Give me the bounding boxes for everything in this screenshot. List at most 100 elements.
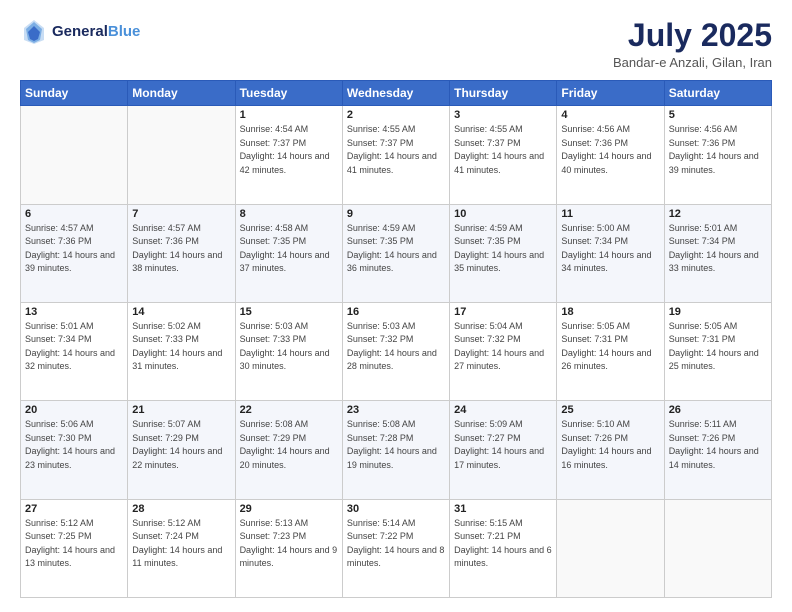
table-cell: 12 Sunrise: 5:01 AM Sunset: 7:34 PM Dayl… [664,204,771,302]
day-info: Sunrise: 4:56 AM Sunset: 7:36 PM Dayligh… [669,123,767,177]
day-info: Sunrise: 4:54 AM Sunset: 7:37 PM Dayligh… [240,123,338,177]
day-number: 4 [561,109,659,121]
table-cell: 7 Sunrise: 4:57 AM Sunset: 7:36 PM Dayli… [128,204,235,302]
day-number: 28 [132,503,230,515]
header: GeneralBlue July 2025 Bandar-e Anzali, G… [20,18,772,70]
day-number: 30 [347,503,445,515]
location-subtitle: Bandar-e Anzali, Gilan, Iran [613,55,772,70]
table-cell: 21 Sunrise: 5:07 AM Sunset: 7:29 PM Dayl… [128,401,235,499]
day-info: Sunrise: 4:55 AM Sunset: 7:37 PM Dayligh… [454,123,552,177]
header-monday: Monday [128,81,235,106]
table-cell: 22 Sunrise: 5:08 AM Sunset: 7:29 PM Dayl… [235,401,342,499]
weekday-header-row: Sunday Monday Tuesday Wednesday Thursday… [21,81,772,106]
day-info: Sunrise: 5:05 AM Sunset: 7:31 PM Dayligh… [669,320,767,374]
table-cell: 16 Sunrise: 5:03 AM Sunset: 7:32 PM Dayl… [342,302,449,400]
table-cell: 31 Sunrise: 5:15 AM Sunset: 7:21 PM Dayl… [450,499,557,597]
table-cell: 4 Sunrise: 4:56 AM Sunset: 7:36 PM Dayli… [557,106,664,204]
header-wednesday: Wednesday [342,81,449,106]
day-number: 10 [454,208,552,220]
day-info: Sunrise: 5:01 AM Sunset: 7:34 PM Dayligh… [25,320,123,374]
table-cell: 30 Sunrise: 5:14 AM Sunset: 7:22 PM Dayl… [342,499,449,597]
table-cell: 11 Sunrise: 5:00 AM Sunset: 7:34 PM Dayl… [557,204,664,302]
table-cell: 8 Sunrise: 4:58 AM Sunset: 7:35 PM Dayli… [235,204,342,302]
table-cell: 27 Sunrise: 5:12 AM Sunset: 7:25 PM Dayl… [21,499,128,597]
day-info: Sunrise: 5:04 AM Sunset: 7:32 PM Dayligh… [454,320,552,374]
day-number: 11 [561,208,659,220]
table-cell: 14 Sunrise: 5:02 AM Sunset: 7:33 PM Dayl… [128,302,235,400]
table-cell [128,106,235,204]
header-thursday: Thursday [450,81,557,106]
table-cell: 19 Sunrise: 5:05 AM Sunset: 7:31 PM Dayl… [664,302,771,400]
table-cell [557,499,664,597]
day-info: Sunrise: 5:12 AM Sunset: 7:25 PM Dayligh… [25,517,123,571]
day-info: Sunrise: 4:56 AM Sunset: 7:36 PM Dayligh… [561,123,659,177]
day-info: Sunrise: 5:03 AM Sunset: 7:33 PM Dayligh… [240,320,338,374]
day-info: Sunrise: 5:06 AM Sunset: 7:30 PM Dayligh… [25,418,123,472]
day-number: 13 [25,306,123,318]
table-cell: 3 Sunrise: 4:55 AM Sunset: 7:37 PM Dayli… [450,106,557,204]
day-info: Sunrise: 4:58 AM Sunset: 7:35 PM Dayligh… [240,222,338,276]
day-info: Sunrise: 5:15 AM Sunset: 7:21 PM Dayligh… [454,517,552,571]
day-info: Sunrise: 5:12 AM Sunset: 7:24 PM Dayligh… [132,517,230,571]
logo-text: GeneralBlue [52,23,140,41]
day-number: 27 [25,503,123,515]
day-info: Sunrise: 5:11 AM Sunset: 7:26 PM Dayligh… [669,418,767,472]
day-number: 29 [240,503,338,515]
logo: GeneralBlue [20,18,140,46]
day-number: 12 [669,208,767,220]
day-number: 1 [240,109,338,121]
table-cell: 24 Sunrise: 5:09 AM Sunset: 7:27 PM Dayl… [450,401,557,499]
logo-icon [20,18,48,46]
day-info: Sunrise: 5:02 AM Sunset: 7:33 PM Dayligh… [132,320,230,374]
day-info: Sunrise: 5:13 AM Sunset: 7:23 PM Dayligh… [240,517,338,571]
day-info: Sunrise: 4:57 AM Sunset: 7:36 PM Dayligh… [132,222,230,276]
day-info: Sunrise: 5:07 AM Sunset: 7:29 PM Dayligh… [132,418,230,472]
table-cell: 6 Sunrise: 4:57 AM Sunset: 7:36 PM Dayli… [21,204,128,302]
table-cell: 2 Sunrise: 4:55 AM Sunset: 7:37 PM Dayli… [342,106,449,204]
table-cell: 1 Sunrise: 4:54 AM Sunset: 7:37 PM Dayli… [235,106,342,204]
calendar-row-5: 27 Sunrise: 5:12 AM Sunset: 7:25 PM Dayl… [21,499,772,597]
day-number: 31 [454,503,552,515]
day-info: Sunrise: 4:59 AM Sunset: 7:35 PM Dayligh… [347,222,445,276]
day-number: 7 [132,208,230,220]
day-info: Sunrise: 5:09 AM Sunset: 7:27 PM Dayligh… [454,418,552,472]
table-cell: 28 Sunrise: 5:12 AM Sunset: 7:24 PM Dayl… [128,499,235,597]
day-number: 3 [454,109,552,121]
table-cell: 15 Sunrise: 5:03 AM Sunset: 7:33 PM Dayl… [235,302,342,400]
day-info: Sunrise: 5:05 AM Sunset: 7:31 PM Dayligh… [561,320,659,374]
day-number: 18 [561,306,659,318]
page: GeneralBlue July 2025 Bandar-e Anzali, G… [0,0,792,612]
table-cell: 18 Sunrise: 5:05 AM Sunset: 7:31 PM Dayl… [557,302,664,400]
day-number: 24 [454,404,552,416]
day-number: 9 [347,208,445,220]
month-title: July 2025 [613,18,772,53]
day-number: 8 [240,208,338,220]
day-number: 21 [132,404,230,416]
day-number: 6 [25,208,123,220]
day-number: 14 [132,306,230,318]
day-info: Sunrise: 5:14 AM Sunset: 7:22 PM Dayligh… [347,517,445,571]
calendar-table: Sunday Monday Tuesday Wednesday Thursday… [20,80,772,598]
day-number: 15 [240,306,338,318]
table-cell: 29 Sunrise: 5:13 AM Sunset: 7:23 PM Dayl… [235,499,342,597]
calendar-row-4: 20 Sunrise: 5:06 AM Sunset: 7:30 PM Dayl… [21,401,772,499]
day-number: 25 [561,404,659,416]
day-info: Sunrise: 5:01 AM Sunset: 7:34 PM Dayligh… [669,222,767,276]
day-info: Sunrise: 4:55 AM Sunset: 7:37 PM Dayligh… [347,123,445,177]
day-number: 5 [669,109,767,121]
day-info: Sunrise: 5:00 AM Sunset: 7:34 PM Dayligh… [561,222,659,276]
calendar-row-1: 1 Sunrise: 4:54 AM Sunset: 7:37 PM Dayli… [21,106,772,204]
day-info: Sunrise: 4:57 AM Sunset: 7:36 PM Dayligh… [25,222,123,276]
day-number: 20 [25,404,123,416]
table-cell: 20 Sunrise: 5:06 AM Sunset: 7:30 PM Dayl… [21,401,128,499]
table-cell: 17 Sunrise: 5:04 AM Sunset: 7:32 PM Dayl… [450,302,557,400]
day-number: 23 [347,404,445,416]
calendar-row-3: 13 Sunrise: 5:01 AM Sunset: 7:34 PM Dayl… [21,302,772,400]
day-info: Sunrise: 5:03 AM Sunset: 7:32 PM Dayligh… [347,320,445,374]
header-friday: Friday [557,81,664,106]
calendar-row-2: 6 Sunrise: 4:57 AM Sunset: 7:36 PM Dayli… [21,204,772,302]
table-cell: 9 Sunrise: 4:59 AM Sunset: 7:35 PM Dayli… [342,204,449,302]
day-number: 19 [669,306,767,318]
day-number: 16 [347,306,445,318]
day-number: 17 [454,306,552,318]
